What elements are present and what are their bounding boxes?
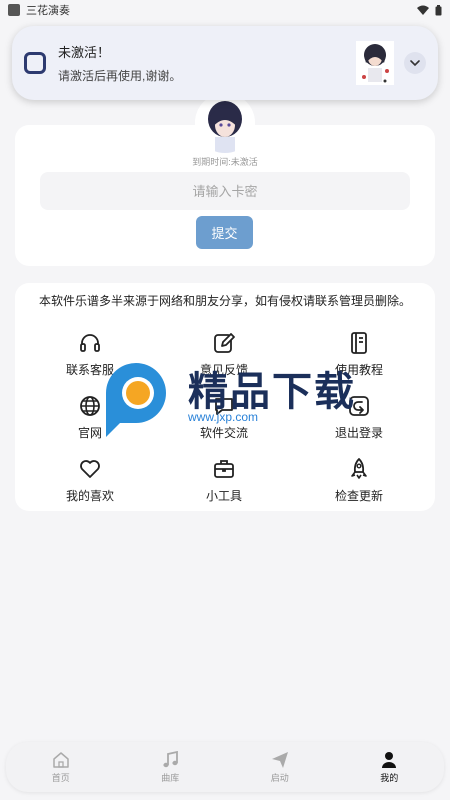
toolbox-icon [214, 460, 234, 478]
menu-item-logout[interactable]: 退出登录 [299, 394, 419, 441]
expire-text: 到期时间:未激活 [192, 157, 258, 167]
menu-item-tutorial[interactable]: 使用教程 [299, 331, 419, 378]
nav-label: 启动 [270, 772, 289, 783]
menu-item-label: 退出登录 [334, 426, 383, 440]
nav-label: 曲库 [161, 772, 180, 783]
wifi-icon [417, 5, 429, 15]
menu-item-label: 检查更新 [334, 489, 383, 503]
notification-banner[interactable]: 未激活！ 请激活后再使用,谢谢。 [12, 26, 438, 100]
notification-body: 请激活后再使用,谢谢。 [58, 69, 182, 83]
menu-item-label: 我的喜欢 [65, 489, 114, 503]
nav-mine[interactable]: 我的 [335, 742, 445, 792]
nav-library[interactable]: 曲库 [116, 742, 226, 792]
nav-label: 我的 [380, 772, 399, 783]
chat-icon [215, 398, 233, 415]
rocket-icon [351, 458, 367, 479]
app-square-icon [8, 4, 20, 16]
headset-icon [80, 334, 100, 352]
notification-title: 未激活！ [58, 45, 111, 60]
notification-texts: 未激活！ 请激活后再使用,谢谢。 [58, 42, 181, 84]
menu-item-contact-support[interactable]: 联系客服 [30, 331, 150, 378]
app-icon [24, 52, 46, 74]
bottom-nav: 首页 曲库 启动 我的 [6, 742, 444, 792]
music-icon [163, 750, 179, 767]
menu-item-tools[interactable]: 小工具 [164, 457, 284, 504]
notebook-icon [351, 332, 367, 354]
battery-icon [435, 4, 442, 15]
menu-item-label: 联系客服 [65, 363, 114, 377]
menu-item-favorites[interactable]: 我的喜欢 [30, 457, 150, 504]
heart-icon [80, 460, 100, 478]
menu-item-label: 意见反馈 [199, 363, 248, 377]
home-icon [53, 751, 69, 768]
menu-item-website[interactable]: 官网 [30, 394, 150, 441]
status-icons [417, 4, 442, 16]
submit-button[interactable]: 提交 [196, 216, 253, 249]
avatar[interactable] [195, 93, 255, 153]
nav-label: 首页 [51, 772, 70, 783]
menu-item-label: 小工具 [205, 489, 242, 503]
send-icon [271, 751, 288, 768]
menu-item-community[interactable]: 软件交流 [164, 394, 284, 441]
globe-icon [80, 396, 100, 416]
user-icon [382, 751, 397, 768]
chevron-down-icon[interactable] [404, 52, 426, 74]
menu-item-label: 使用教程 [334, 363, 383, 377]
card-key-input[interactable] [40, 172, 410, 210]
menu-item-label: 官网 [77, 426, 102, 440]
menu-item-label: 软件交流 [199, 426, 248, 440]
copyright-notice: 本软件乐谱多半来源于网络和朋友分享，如有侵权请联系管理员删除。 [38, 294, 411, 308]
menu-item-feedback[interactable]: 意见反馈 [164, 331, 284, 378]
edit-icon [214, 333, 235, 353]
status-app-name: 三花演奏 [26, 5, 70, 17]
anime-character-thumbnail [356, 41, 394, 85]
nav-launch[interactable]: 启动 [225, 742, 335, 792]
nav-home[interactable]: 首页 [6, 742, 116, 792]
logout-icon [349, 396, 369, 416]
menu-item-check-update[interactable]: 检查更新 [299, 457, 419, 504]
status-bar: 三花演奏 [0, 0, 450, 20]
